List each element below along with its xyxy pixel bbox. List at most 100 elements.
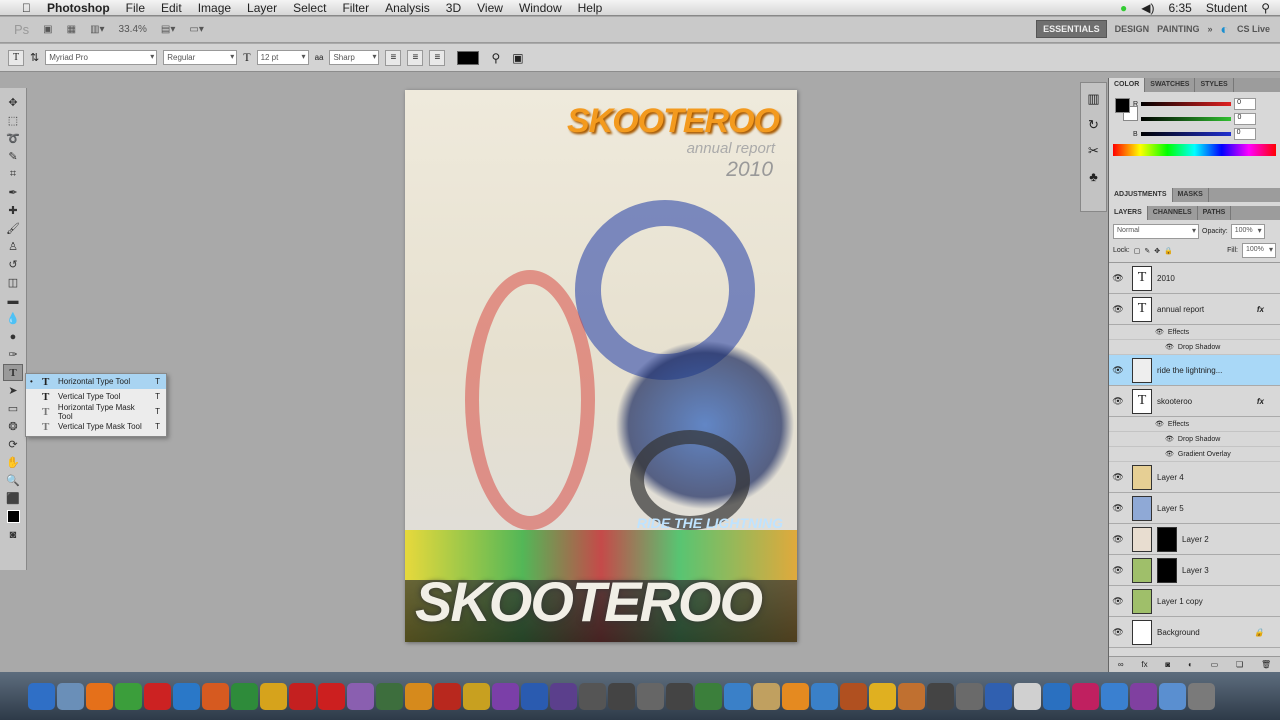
lasso-tool-icon[interactable]: ➰ [3,130,23,147]
menu-edit[interactable]: Edit [153,1,190,15]
color-spectrum[interactable] [1113,144,1276,156]
effect-eye-icon[interactable]: 👁 [1155,328,1164,336]
layer-mask-thumbnail[interactable] [1157,557,1177,583]
text-color-swatch[interactable] [457,50,480,65]
flyout-horizontal-type-tool[interactable]: • T Horizontal Type Tool T [26,374,166,389]
dock-app-icon[interactable] [57,682,84,710]
flyout-horizontal-type-mask-tool[interactable]: T Horizontal Type Mask Tool T [26,403,166,421]
eraser-tool-icon[interactable]: ◫ [3,274,23,291]
layer-row[interactable]: 👁 Background 🔒 [1109,617,1280,648]
histogram-icon[interactable]: ▥ [1087,91,1099,107]
layer-effects-icon[interactable]: fx [1257,397,1264,406]
link-layers-icon[interactable]: ∞ [1118,660,1124,669]
dock-app-icon[interactable] [28,682,55,710]
dock-app-icon[interactable] [579,682,606,710]
dock-app-icon[interactable] [521,682,548,710]
dock-app-icon[interactable] [173,682,200,710]
path-selection-tool-icon[interactable]: ➤ [3,382,23,399]
visibility-eye-icon[interactable]: 👁 [1109,365,1127,376]
document-canvas[interactable]: SKOOTEROO annual report 2010 RIDE THE LI… [405,90,797,642]
align-center-button[interactable]: ≡ [407,49,424,66]
menu-help[interactable]: Help [570,1,611,15]
dock-app-icon[interactable] [1130,682,1157,710]
layer-name[interactable]: annual report [1157,305,1204,314]
dock-app-icon[interactable] [608,682,635,710]
minibridge-icon[interactable]: ▦ [67,24,76,35]
dock-app-icon[interactable] [1043,682,1070,710]
gradient-tool-icon[interactable]: ▬ [3,292,23,309]
dock-app-icon[interactable] [1188,682,1215,710]
dock-app-icon[interactable] [695,682,722,710]
dock-app-icon[interactable] [202,682,229,710]
visibility-eye-icon[interactable]: 👁 [1109,503,1127,514]
blue-slider[interactable] [1140,132,1231,136]
visibility-eye-icon[interactable]: 👁 [1109,565,1127,576]
dock-app-icon[interactable] [550,682,577,710]
warp-text-icon[interactable]: ⚲ [491,51,500,65]
status-green-icon[interactable]: ● [1120,1,1127,15]
default-colors-icon[interactable]: ⬛ [3,490,23,507]
clone-source-icon[interactable]: ♣ [1089,169,1098,184]
menu-analysis[interactable]: Analysis [377,1,438,15]
more-workspaces[interactable]: » [1208,24,1213,34]
zoom-tool-icon[interactable]: 🔍 [3,472,23,489]
opacity-field[interactable]: 100% [1230,224,1265,239]
align-left-button[interactable]: ≡ [385,49,402,66]
workspace-design[interactable]: DESIGN [1115,24,1150,34]
effect-eye-icon[interactable]: 👁 [1165,435,1174,443]
layer-effect-row[interactable]: 👁 Effects [1109,325,1280,340]
layer-row[interactable]: 👁 Layer 2 [1109,524,1280,555]
history-icon[interactable]: ↻ [1088,117,1099,133]
dock-app-icon[interactable] [666,682,693,710]
spotlight-search-icon[interactable]: ⚲ [1261,1,1270,15]
crop-tool-icon[interactable]: ⌗ [3,166,23,183]
dock-app-icon[interactable] [840,682,867,710]
red-value[interactable]: 0 [1234,98,1257,110]
move-tool-icon[interactable]: ✥ [3,94,23,111]
layer-effect-row[interactable]: 👁 Gradient Overlay [1109,447,1280,462]
layer-name[interactable]: Layer 1 copy [1157,597,1203,606]
layer-name[interactable]: Layer 3 [1182,566,1209,575]
red-slider[interactable] [1141,102,1232,106]
user-menu[interactable]: Student [1206,1,1247,15]
tab-swatches[interactable]: SWATCHES [1145,78,1196,92]
layer-row[interactable]: 👁 Layer 4 [1109,462,1280,493]
menu-select[interactable]: Select [285,1,334,15]
dock-app-icon[interactable] [376,682,403,710]
pen-tool-icon[interactable]: ✑ [3,346,23,363]
menu-3d[interactable]: 3D [438,1,469,15]
layer-name[interactable]: Layer 4 [1157,473,1184,482]
menu-file[interactable]: File [118,1,153,15]
tool-preset-picker[interactable]: T [8,49,24,66]
dock-app-icon[interactable] [869,682,896,710]
healing-brush-tool-icon[interactable]: ✚ [3,202,23,219]
layer-row[interactable]: 👁 T 2010 [1109,263,1280,294]
menu-window[interactable]: Window [511,1,570,15]
new-layer-icon[interactable]: ❏ [1236,660,1243,669]
menu-view[interactable]: View [469,1,511,15]
clock[interactable]: 6:35 [1168,1,1191,15]
font-family-select[interactable]: Myriad Pro [45,50,158,65]
visibility-eye-icon[interactable]: 👁 [1109,596,1127,607]
text-orientation-icon[interactable]: ⇅ [30,51,39,64]
visibility-eye-icon[interactable]: 👁 [1109,472,1127,483]
align-right-button[interactable]: ≡ [429,49,446,66]
lock-transparent-icon[interactable]: ▢ [1134,247,1141,255]
layer-row[interactable]: 👁 Layer 1 copy [1109,586,1280,617]
visibility-eye-icon[interactable]: 👁 [1109,534,1127,545]
tab-adjustments[interactable]: ADJUSTMENTS [1109,188,1173,202]
hand-tool-icon[interactable]: ✋ [3,454,23,471]
dock-app-icon[interactable] [985,682,1012,710]
visibility-eye-icon[interactable]: 👁 [1109,273,1127,284]
dock-app-icon[interactable] [318,682,345,710]
apple-icon[interactable]:  [14,1,39,15]
visibility-eye-icon[interactable]: 👁 [1109,396,1127,407]
layer-row[interactable]: 👁 Layer 5 [1109,493,1280,524]
menu-layer[interactable]: Layer [239,1,285,15]
dock-app-icon[interactable] [347,682,374,710]
green-slider[interactable] [1141,117,1232,121]
lock-position-icon[interactable]: ✥ [1154,247,1160,255]
adjustment-layer-icon[interactable]: ◐ [1188,660,1193,669]
layer-effects-icon[interactable]: fx [1257,305,1264,314]
dock-app-icon[interactable] [231,682,258,710]
